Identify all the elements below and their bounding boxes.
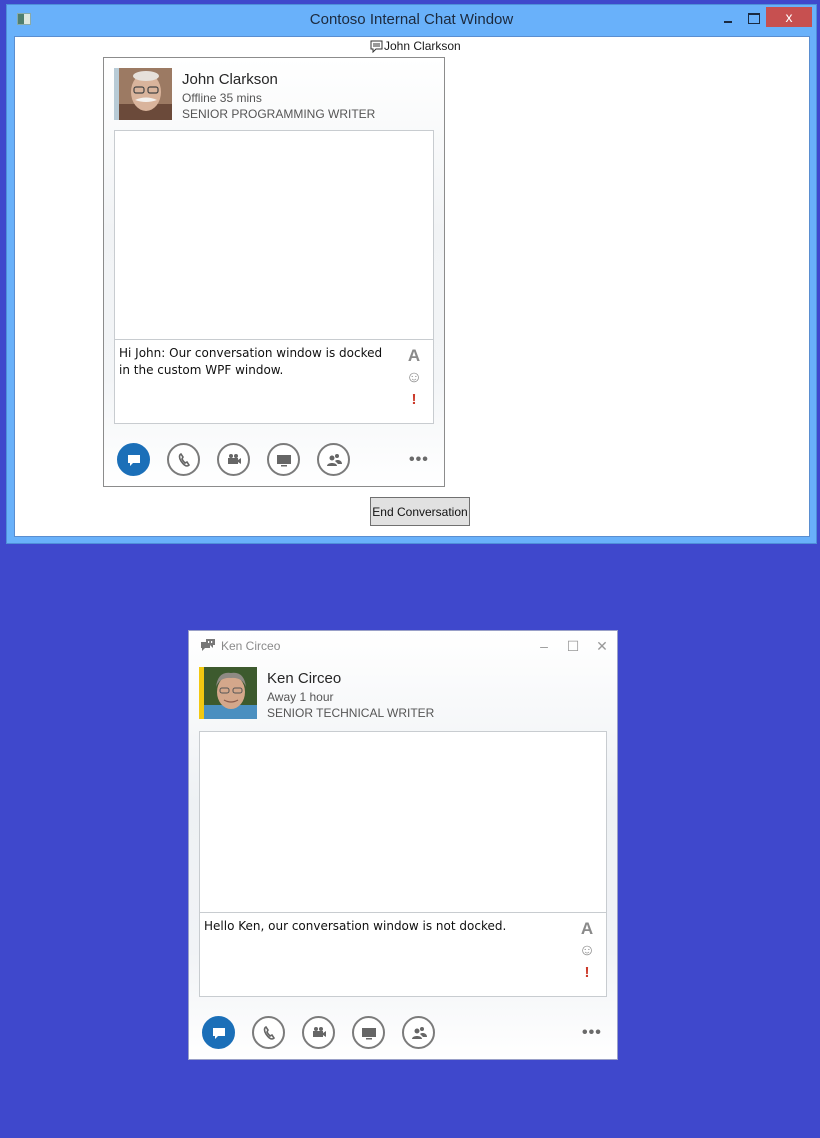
present-button[interactable] (267, 443, 300, 476)
call-button[interactable] (167, 443, 200, 476)
high-importance-icon[interactable]: ! (585, 963, 590, 983)
wpf-window: Contoso Internal Chat Window x John Clar… (6, 4, 817, 544)
message-compose[interactable]: Hi John: Our conversation window is dock… (114, 339, 434, 424)
contact-name[interactable]: Ken Circeo (267, 670, 341, 687)
message-input[interactable]: Hello Ken, our conversation window is no… (204, 918, 566, 935)
phone-icon (263, 1025, 275, 1040)
lync-titlebar[interactable]: Ken Circeo – ☐ ✕ (189, 631, 617, 661)
conversation-icon (201, 639, 215, 651)
contact-header: John Clarkson Offline 35 mins SENIOR PRO… (114, 68, 434, 122)
people-icon (411, 1026, 427, 1039)
docked-conversation: John Clarkson Offline 35 mins SENIOR PRO… (103, 57, 445, 487)
window-title: Contoso Internal Chat Window (309, 11, 514, 28)
contact-photo (119, 68, 172, 120)
end-conversation-button[interactable]: End Conversation (370, 497, 470, 526)
floating-conversation-window: Ken Circeo – ☐ ✕ Ken Circeo Away 1 hour … (188, 630, 618, 1060)
contact-job-title: SENIOR TECHNICAL WRITER (267, 706, 435, 720)
modality-bar: ••• (202, 1016, 612, 1052)
video-camera-icon (312, 1026, 326, 1037)
window-title: Ken Circeo (221, 639, 281, 653)
font-icon[interactable]: A (581, 919, 593, 939)
minimize-button[interactable]: – (535, 637, 553, 655)
contact-header: Ken Circeo Away 1 hour SENIOR TECHNICAL … (199, 667, 607, 721)
high-importance-icon[interactable]: ! (412, 390, 417, 410)
avatar[interactable] (114, 68, 172, 120)
font-icon[interactable]: A (408, 346, 420, 366)
monitor-icon (361, 1027, 376, 1039)
im-button[interactable] (117, 443, 150, 476)
phone-icon (178, 452, 190, 467)
im-icon (127, 454, 140, 466)
message-compose[interactable]: Hello Ken, our conversation window is no… (199, 912, 607, 997)
conversation-icon (370, 40, 383, 53)
modality-bar: ••• (117, 443, 437, 479)
wpf-client-area: John Clarkson John Clarkson Offline 35 m… (14, 36, 810, 537)
avatar[interactable] (199, 667, 257, 719)
contact-photo (204, 667, 257, 719)
minimize-button[interactable] (719, 9, 739, 27)
wpf-titlebar[interactable]: Contoso Internal Chat Window x (7, 5, 816, 35)
participants-button[interactable] (317, 443, 350, 476)
emoticon-icon[interactable]: ☺ (579, 941, 595, 961)
close-button[interactable]: ✕ (593, 637, 611, 655)
people-icon (326, 453, 342, 466)
conversation-history (199, 731, 607, 913)
im-button[interactable] (202, 1016, 235, 1049)
video-button[interactable] (302, 1016, 335, 1049)
call-button[interactable] (252, 1016, 285, 1049)
video-button[interactable] (217, 443, 250, 476)
present-button[interactable] (352, 1016, 385, 1049)
maximize-button[interactable]: ☐ (564, 637, 582, 655)
conversation-history (114, 130, 434, 340)
im-icon (212, 1027, 225, 1039)
participants-button[interactable] (402, 1016, 435, 1049)
contact-name[interactable]: John Clarkson (182, 71, 278, 88)
more-options-button[interactable]: ••• (582, 1024, 602, 1042)
video-camera-icon (227, 453, 241, 464)
docked-contact-name: John Clarkson (384, 39, 461, 53)
compose-tools: A ☺ ! (578, 919, 596, 983)
contact-status: Away 1 hour (267, 690, 334, 704)
docked-conversation-label: John Clarkson (370, 39, 461, 53)
compose-tools: A ☺ ! (405, 346, 423, 410)
message-input[interactable]: Hi John: Our conversation window is dock… (119, 345, 393, 379)
monitor-icon (276, 454, 291, 466)
maximize-button[interactable] (744, 9, 764, 27)
contact-status: Offline 35 mins (182, 91, 262, 105)
emoticon-icon[interactable]: ☺ (406, 368, 422, 388)
more-options-button[interactable]: ••• (409, 451, 429, 469)
close-button[interactable]: x (766, 7, 812, 27)
contact-job-title: SENIOR PROGRAMMING WRITER (182, 107, 376, 121)
